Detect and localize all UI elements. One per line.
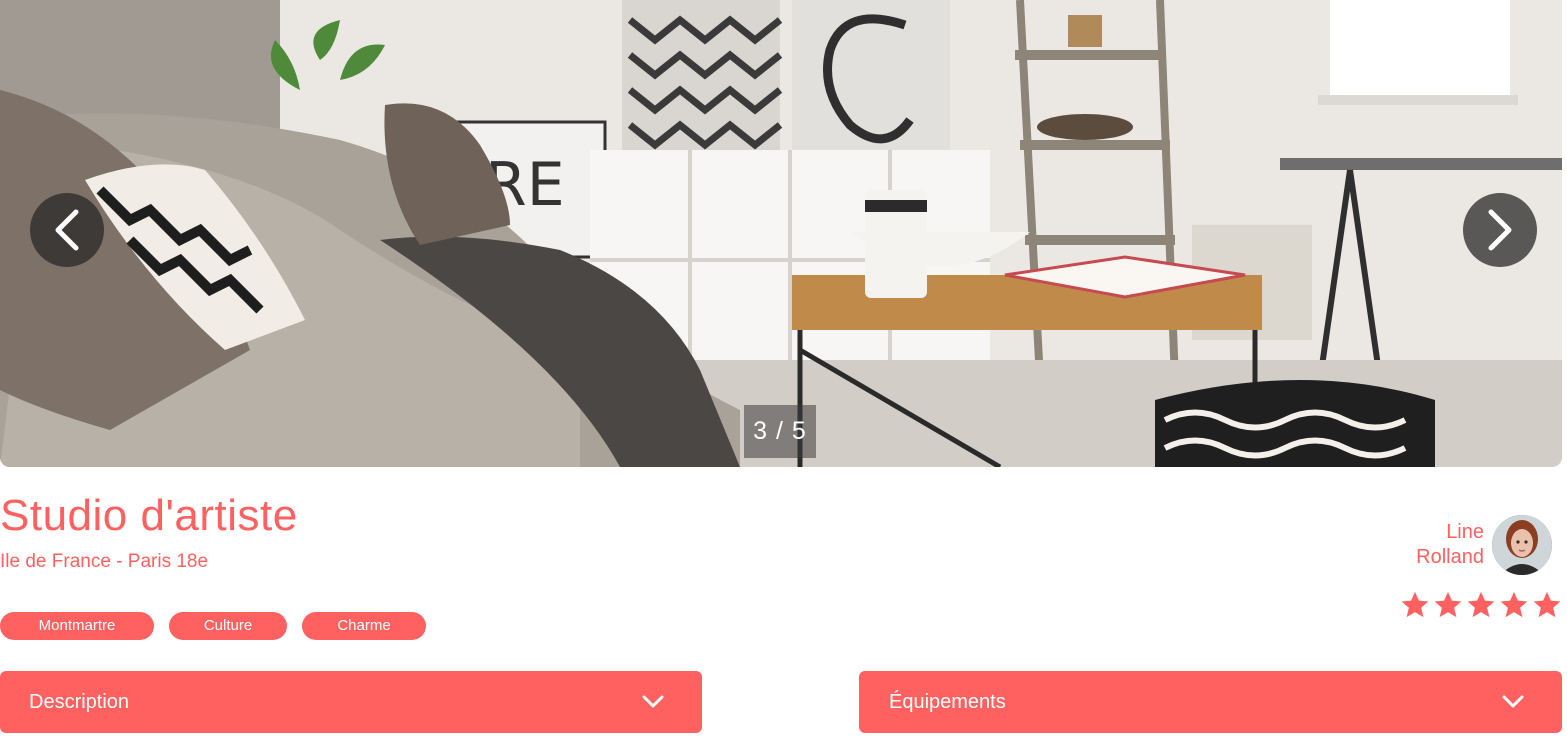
star-icon bbox=[1533, 591, 1561, 618]
next-photo-button[interactable] bbox=[1463, 193, 1537, 267]
star-icon bbox=[1467, 591, 1495, 618]
photo-counter: 3 / 5 bbox=[744, 405, 816, 458]
avatar-portrait bbox=[1492, 515, 1552, 575]
host-avatar bbox=[1492, 515, 1552, 575]
host-first-name: Line bbox=[1446, 521, 1484, 543]
tag: Montmartre bbox=[0, 612, 154, 640]
star-rating bbox=[1400, 590, 1562, 620]
host-last-name: Rolland bbox=[1416, 546, 1484, 568]
description-collapse-button[interactable]: Description bbox=[0, 671, 702, 733]
listing-photo: RE bbox=[0, 0, 1562, 467]
chevron-right-icon bbox=[1488, 209, 1512, 251]
equipment-label: Équipements bbox=[889, 690, 1006, 713]
host-name: Line Rolland bbox=[1416, 520, 1484, 570]
star-icon bbox=[1500, 591, 1528, 618]
tag: Charme bbox=[302, 612, 426, 640]
previous-photo-button[interactable] bbox=[30, 193, 104, 267]
chevron-down-icon bbox=[642, 695, 664, 708]
star-icon bbox=[1434, 591, 1462, 618]
listing-location: Ile de France - Paris 18e bbox=[0, 551, 209, 572]
chevron-down-icon bbox=[1502, 695, 1524, 708]
tag: Culture bbox=[169, 612, 287, 640]
listing-title: Studio d'artiste bbox=[0, 491, 298, 540]
chevron-left-icon bbox=[55, 209, 79, 251]
host-info: Line Rolland bbox=[1416, 515, 1552, 575]
photo-carousel: RE 3 / 5 bbox=[0, 0, 1562, 467]
equipment-collapse-button[interactable]: Équipements bbox=[859, 671, 1562, 733]
star-icon bbox=[1401, 591, 1429, 618]
description-label: Description bbox=[29, 690, 130, 713]
tag-list: Montmartre Culture Charme bbox=[0, 612, 426, 640]
